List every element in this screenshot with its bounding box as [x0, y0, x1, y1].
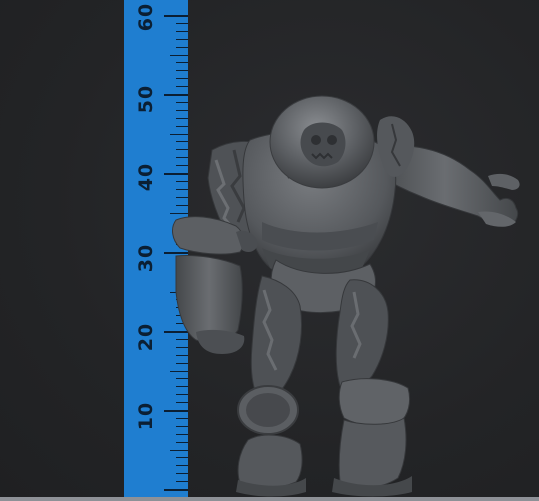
render-viewport: 60 50 40 30 20 10 [0, 0, 539, 501]
viewport-bottom-edge [0, 497, 539, 501]
armored-brute-miniature-icon [172, 95, 520, 497]
